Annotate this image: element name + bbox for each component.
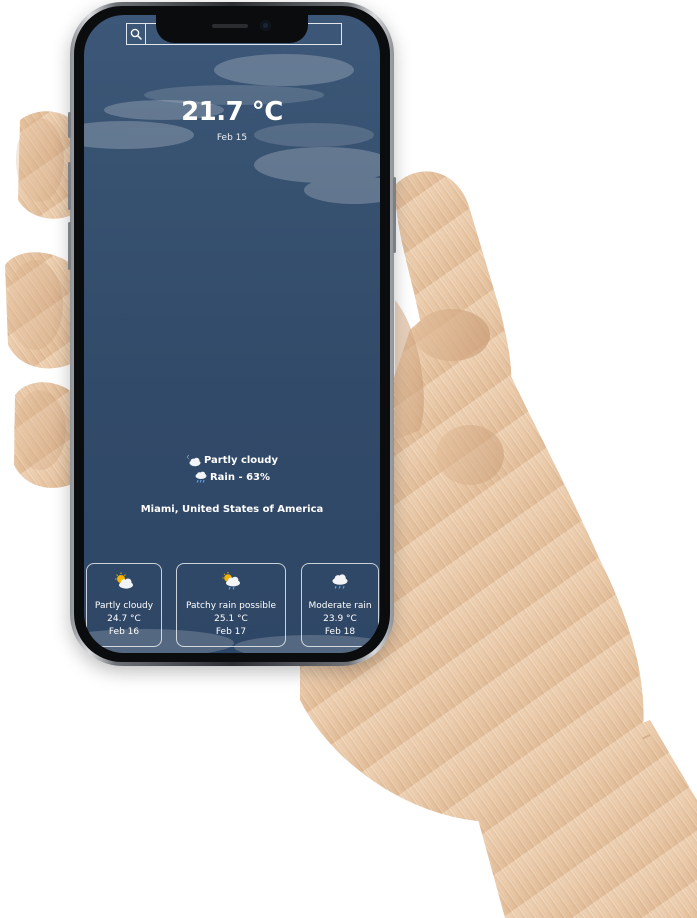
phone-mute-switch <box>68 112 71 138</box>
current-temperature: 21.7 °C <box>181 97 283 127</box>
current-condition: Partly cloudy <box>84 454 380 467</box>
current-date: Feb 15 <box>216 133 248 143</box>
forecast-card[interactable]: Partly cloudy 24.7 °C Feb 16 <box>86 563 162 647</box>
location-name: Miami, United States of America <box>140 504 324 515</box>
forecast-card[interactable]: Patchy rain possible 25.1 °C Feb 17 <box>176 563 286 647</box>
forecast-condition: Moderate rain <box>308 601 372 611</box>
forecast-card[interactable]: Moderate rain 23.9 °C Feb 18 <box>301 563 379 647</box>
stage: 21.7 °C Feb 15 Partly cloudy Rain - 63% … <box>0 0 697 918</box>
forecast-condition: Partly cloudy <box>94 601 154 611</box>
weather-app-screen: 21.7 °C Feb 15 Partly cloudy Rain - 63% … <box>84 15 380 653</box>
phone-frame: 21.7 °C Feb 15 Partly cloudy Rain - 63% … <box>68 2 396 666</box>
earpiece-speaker <box>212 24 248 28</box>
partly-cloudy-icon <box>115 572 133 589</box>
current-condition-text: Partly cloudy <box>204 455 278 466</box>
forecast-date: Feb 17 <box>215 627 247 637</box>
forecast-condition: Patchy rain possible <box>185 601 277 611</box>
forecast-date: Feb 16 <box>108 627 140 637</box>
rain-chance: Rain - 63% <box>84 471 380 484</box>
forecast-date: Feb 18 <box>324 627 356 637</box>
partly-cloudy-night-icon <box>187 455 201 467</box>
rain-chance-text: Rain - 63% <box>209 472 271 483</box>
patchy-rain-icon <box>222 572 240 590</box>
forecast-temperature: 23.9 °C <box>323 614 357 624</box>
rain-icon <box>195 471 207 483</box>
phone-volume-up <box>68 162 71 210</box>
phone-power-button <box>393 177 396 253</box>
front-camera <box>260 20 271 31</box>
search-icon[interactable] <box>127 24 146 44</box>
forecast-temperature: 25.1 °C <box>214 614 248 624</box>
phone-volume-down <box>68 222 71 270</box>
phone-notch <box>156 15 308 43</box>
forecast-list: Partly cloudy 24.7 °C Feb 16 Patchy rain… <box>84 563 380 649</box>
moderate-rain-icon <box>332 574 348 589</box>
forecast-temperature: 24.7 °C <box>107 614 141 624</box>
